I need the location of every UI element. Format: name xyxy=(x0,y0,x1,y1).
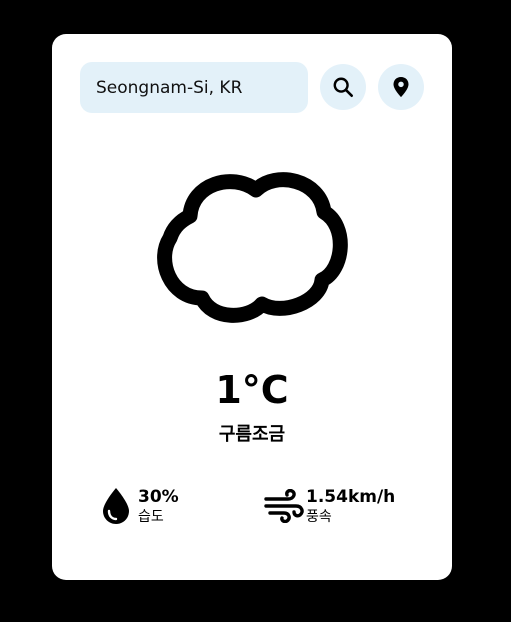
city-search-input[interactable]: Seongnam-Si, KR xyxy=(80,62,308,113)
weather-description: 구름조금 xyxy=(218,424,286,445)
temperature: 1°C xyxy=(215,368,289,412)
humidity-label: 습도 xyxy=(138,509,164,525)
wind-speed-value: 1.54km/h xyxy=(306,487,396,507)
wind-stat: 1.54km/h 풍속 xyxy=(264,484,395,528)
cloud-icon xyxy=(157,172,348,323)
humidity-stat: 30% 습도 xyxy=(96,484,179,528)
search-icon xyxy=(333,77,353,97)
humidity-value: 30% xyxy=(138,487,179,507)
wind-speed-label: 풍속 xyxy=(306,509,332,525)
city-search-value: Seongnam-Si, KR xyxy=(96,77,243,98)
weather-card: Seongnam-Si, KR 1°C 구름조금 30% 습도 1.54km/h… xyxy=(52,34,452,580)
water-drop-icon xyxy=(96,484,136,528)
location-pin-icon xyxy=(393,77,409,97)
current-location-button[interactable] xyxy=(378,64,424,110)
wind-icon xyxy=(264,484,304,528)
search-button[interactable] xyxy=(320,64,366,110)
